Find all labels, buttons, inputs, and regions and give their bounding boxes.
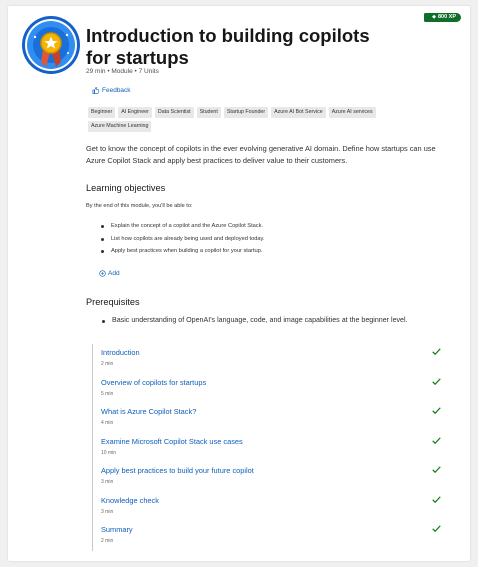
tag-azure-ai-services[interactable]: Azure AI services [328, 107, 376, 118]
unit-duration: 3 min [101, 479, 114, 485]
unit-row: What is Azure Copilot Stack? 4 min [92, 403, 442, 433]
module-description: Get to know the concept of copilots in t… [86, 144, 436, 165]
xp-label: 800 XP [437, 14, 456, 20]
medal-badge-icon [22, 16, 80, 74]
unit-row: Overview of copilots for startups 5 min [92, 373, 442, 403]
checkmark-icon [432, 525, 441, 533]
unit-duration: 2 min [101, 361, 114, 367]
feedback-label: Feedback [102, 87, 131, 94]
tag-azure-ai-bot-service[interactable]: Azure AI Bot Service [271, 107, 326, 118]
unit-row: Examine Microsoft Copilot Stack use case… [92, 432, 442, 462]
tag-beginner[interactable]: Beginner [88, 107, 116, 118]
checkmark-icon [432, 436, 441, 444]
unit-list: Introduction 2 min Overview of copilots … [92, 344, 442, 551]
tag-azure-machine-learning[interactable]: Azure Machine Learning [88, 121, 152, 132]
page-title: Introduction to building copilots for st… [86, 25, 370, 68]
checkmark-icon [432, 466, 441, 474]
unit-duration: 2 min [101, 538, 114, 544]
unit-duration: 4 min [101, 420, 114, 426]
tag-student[interactable]: Student [196, 107, 221, 118]
unit-link-knowledge-check[interactable]: Knowledge check [101, 492, 442, 505]
objectives-intro: By the end of this module, you'll be abl… [86, 203, 193, 209]
thumbs-up-icon [92, 87, 99, 94]
learning-objectives-heading: Learning objectives [86, 183, 166, 193]
unit-duration: 10 min [101, 449, 117, 456]
unit-link-summary[interactable]: Summary [101, 521, 442, 534]
list-item: Apply best practices when building a cop… [100, 245, 265, 258]
unit-link-introduction[interactable]: Introduction [101, 344, 442, 357]
tag-startup-founder[interactable]: Startup Founder [223, 107, 269, 118]
add-button[interactable]: Add [99, 270, 120, 277]
checkmark-icon [432, 407, 441, 415]
objectives-list: Explain the concept of a copilot and the… [100, 220, 265, 258]
prerequisite-item: Basic understanding of OpenAI's language… [101, 316, 408, 324]
module-card: ◆ 800 XP Introduction to building copilo… [8, 6, 470, 561]
unit-row: Summary 2 min [92, 521, 442, 551]
unit-duration: 5 min [101, 390, 114, 397]
unit-row: Introduction 2 min [92, 344, 442, 374]
tag-list: Beginner AI Engineer Data Scientist Stud… [88, 107, 428, 132]
unit-link-overview[interactable]: Overview of copilots for startups [101, 374, 442, 387]
xp-diamond-icon: ◆ [432, 14, 436, 20]
checkmark-icon [432, 348, 441, 356]
list-item: List how copilots are already being used… [100, 233, 265, 246]
plus-circle-icon [99, 270, 106, 277]
tag-ai-engineer[interactable]: AI Engineer [118, 107, 152, 118]
checkmark-icon [432, 377, 441, 385]
tag-data-scientist[interactable]: Data Scientist [154, 107, 194, 118]
checkmark-icon [432, 495, 441, 503]
unit-row: Apply best practices to build your futur… [92, 462, 442, 492]
unit-duration: 3 min [101, 508, 114, 515]
feedback-button[interactable]: Feedback [92, 87, 131, 94]
list-item: Explain the concept of a copilot and the… [100, 220, 265, 233]
module-meta: 29 min • Module • 7 Units [86, 68, 159, 75]
xp-badge: ◆ 800 XP [424, 13, 461, 22]
unit-row: Knowledge check 3 min [92, 491, 442, 521]
unit-link-azure-copilot-stack[interactable]: What is Azure Copilot Stack? [101, 403, 442, 416]
prerequisites-heading: Prerequisites [86, 297, 140, 307]
unit-link-use-cases[interactable]: Examine Microsoft Copilot Stack use case… [101, 433, 442, 446]
add-label: Add [108, 270, 120, 277]
unit-link-best-practices[interactable]: Apply best practices to build your futur… [101, 462, 442, 475]
